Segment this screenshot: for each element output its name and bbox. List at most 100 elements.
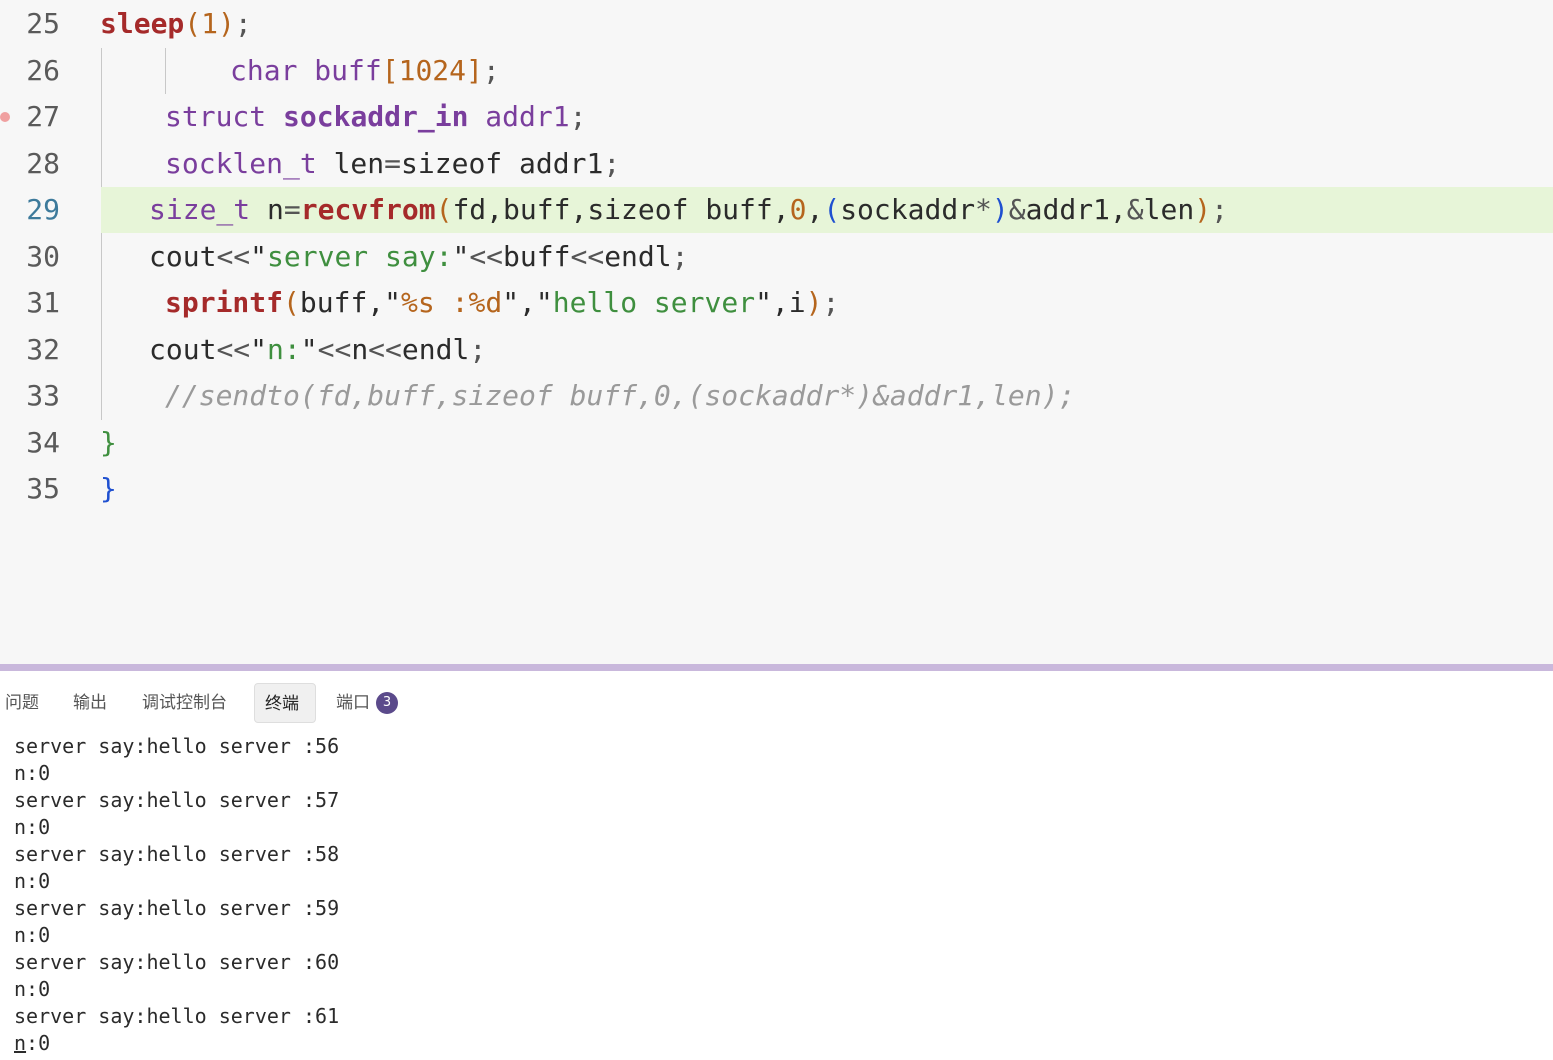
terminal-line: n:0: [14, 761, 51, 785]
line-number[interactable]: 34: [0, 420, 60, 466]
code-token: (: [435, 193, 453, 226]
code-token: char: [230, 53, 298, 87]
code-token: ": [300, 332, 318, 366]
code-text[interactable]: char buff[1024];: [230, 48, 500, 94]
code-token: n:: [267, 332, 301, 366]
line-number[interactable]: 31: [0, 280, 60, 326]
tab-problems[interactable]: 问题: [0, 683, 49, 723]
tab-terminal-label: 终端: [265, 694, 299, 714]
tab-terminal[interactable]: 终端: [254, 683, 316, 723]
code-token: ;: [822, 286, 840, 319]
code-token: [: [381, 53, 399, 87]
line-number[interactable]: 30: [0, 234, 60, 280]
tab-debug-console[interactable]: 调试控制台: [132, 683, 237, 723]
terminal-line: server say:hello server :60: [14, 950, 340, 974]
code-line[interactable]: 34}: [0, 420, 1553, 466]
code-text[interactable]: cout<<"server say:"<<buff<<endl;: [149, 234, 688, 280]
code-token: sockaddr: [840, 193, 976, 226]
code-text[interactable]: //sendto(fd,buff,sizeof buff,0,(sockaddr…: [165, 373, 1075, 419]
code-line[interactable]: 25 sleep(1);: [0, 1, 1553, 47]
line-number[interactable]: 25: [0, 1, 60, 47]
code-token: ;: [603, 146, 621, 180]
terminal-line: n:0: [14, 815, 51, 839]
line-number[interactable]: 28: [0, 141, 60, 187]
code-token: ): [218, 7, 235, 40]
code-line[interactable]: 26 char buff[1024];: [0, 48, 1553, 94]
code-token: size_t: [149, 193, 251, 226]
code-token: recvfrom: [300, 193, 436, 226]
code-line[interactable]: 35}: [0, 466, 1553, 512]
code-text[interactable]: size_t n=recvfrom(fd,buff,sizeof buff,0,…: [149, 187, 1228, 233]
code-token: struct: [165, 100, 267, 133]
code-token: hello server: [552, 286, 756, 319]
code-token: ): [1194, 193, 1212, 226]
line-number[interactable]: 35: [0, 466, 60, 512]
code-line[interactable]: 27 struct sockaddr_in addr1;: [0, 94, 1553, 140]
code-token: sizeof: [401, 146, 503, 180]
tab-debug-console-label: 调试控制台: [142, 693, 227, 713]
line-number[interactable]: 27: [0, 94, 60, 140]
line-number[interactable]: 29: [0, 187, 60, 233]
code-editor[interactable]: 25 sleep(1); 26 char buff[1024]; 27 struct so…: [0, 0, 1553, 664]
line-number[interactable]: 33: [0, 373, 60, 419]
code-line[interactable]: 31 sprintf(buff,"%s :%d","hello server",i…: [0, 280, 1553, 326]
code-token: ": [452, 239, 470, 273]
code-token: ;: [482, 53, 500, 87]
code-text[interactable]: sprintf(buff,"%s :%d","hello server",i);: [165, 280, 839, 326]
code-text[interactable]: sleep(1);: [100, 1, 252, 47]
code-token: ,: [806, 193, 824, 226]
code-token: ,: [519, 286, 536, 319]
code-token: &: [1008, 193, 1026, 226]
code-token: 1024: [398, 53, 467, 87]
terminal-output[interactable]: server say:hello server :56 n:0 server say…: [14, 733, 1534, 1057]
terminal-line: server say:hello server :59: [14, 896, 340, 920]
code-token: buff: [297, 53, 382, 87]
code-line[interactable]: 29 size_t n=recvfrom(fd,buff,sizeof buff,…: [0, 187, 1553, 233]
code-token: <<: [469, 239, 504, 273]
tab-ports-label: 端口: [336, 693, 370, 713]
code-line[interactable]: 32 cout<<"n:"<<n<<endl;: [0, 327, 1553, 373]
ports-count-badge: 3: [376, 692, 398, 714]
code-token: fd,buff,sizeof buff,: [452, 193, 790, 226]
code-token: }: [100, 425, 117, 459]
code-token: addr1: [468, 100, 570, 133]
code-token: server say:: [267, 239, 453, 273]
code-line[interactable]: 33 //sendto(fd,buff,sizeof buff,0,(sockad…: [0, 373, 1553, 419]
panel-resize-sash[interactable]: [0, 664, 1553, 671]
code-token: ": [250, 332, 268, 366]
code-token: addr1: [502, 146, 604, 180]
code-line[interactable]: 28 socklen_t len=sizeof addr1;: [0, 141, 1553, 187]
code-text[interactable]: }: [100, 466, 117, 512]
code-token: socklen_t: [165, 146, 317, 180]
code-text[interactable]: struct sockaddr_in addr1;: [165, 94, 586, 140]
code-token: sprintf: [165, 286, 284, 319]
code-token: n: [351, 332, 369, 366]
code-text[interactable]: }: [100, 420, 117, 466]
line-number[interactable]: 26: [0, 48, 60, 94]
code-token: sockaddr_in: [283, 100, 469, 133]
code-token: =: [283, 193, 301, 226]
terminal-line: server say:hello server :61: [14, 1004, 340, 1028]
code-text[interactable]: socklen_t len=sizeof addr1;: [165, 141, 620, 187]
tab-output[interactable]: 输出: [63, 683, 117, 723]
code-token: len: [1143, 193, 1195, 226]
tab-ports[interactable]: 端口 3: [326, 683, 408, 723]
code-token: (: [283, 286, 300, 319]
code-token: ;: [1211, 193, 1228, 226]
code-token: ": [755, 286, 772, 319]
code-token: cout: [149, 239, 217, 273]
code-text[interactable]: cout<<"n:"<<n<<endl;: [149, 327, 486, 373]
code-token: ;: [671, 239, 689, 273]
bottom-panel: 问题 输出 调试控制台 终端 端口 3 server say:hello serv…: [0, 671, 1553, 1060]
code-token: buff,: [299, 286, 385, 319]
code-token: =: [384, 146, 402, 180]
code-token: <<: [570, 239, 605, 273]
terminal-line: n:0: [14, 977, 51, 1001]
terminal-cursor: n: [14, 1031, 27, 1055]
line-number[interactable]: 32: [0, 327, 60, 373]
code-line[interactable]: 30 cout<<"server say:"<<buff<<endl;: [0, 234, 1553, 280]
code-token: 1: [201, 7, 219, 40]
code-token: }: [100, 472, 117, 505]
terminal-line: server say:hello server :56: [14, 734, 340, 758]
code-token: ": [502, 286, 520, 319]
